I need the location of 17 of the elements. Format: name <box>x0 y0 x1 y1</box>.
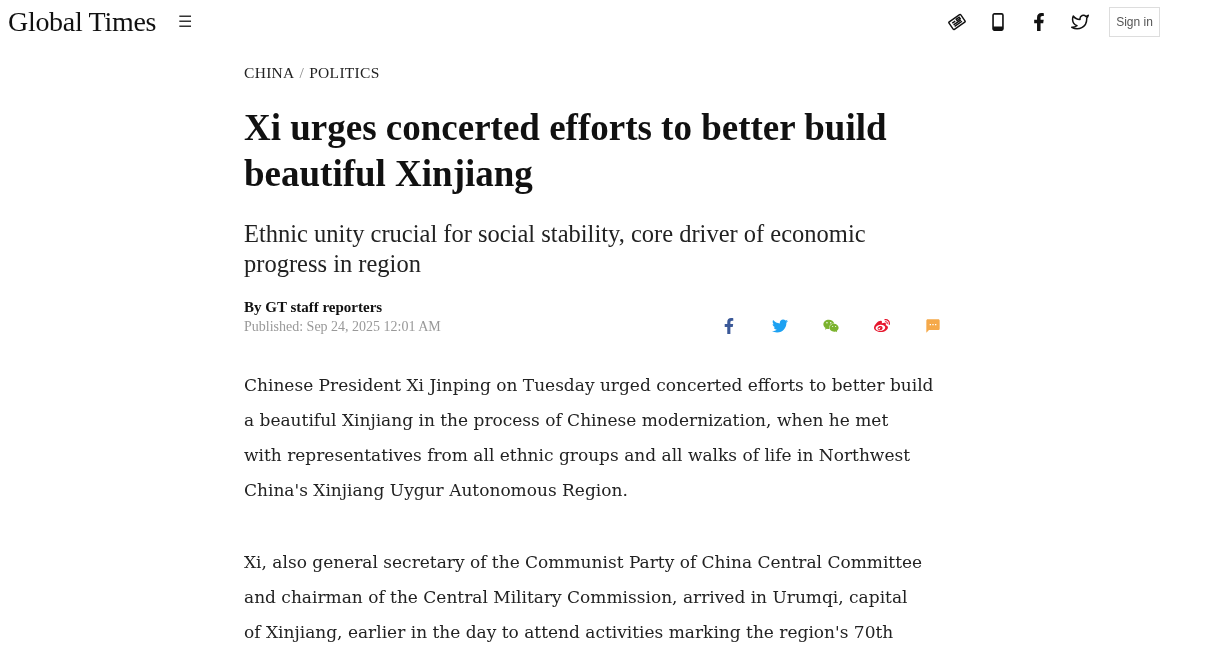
article-paragraph: Xi, also general secretary of the Communist Party of China Central Committee and chairman of the Central Military Commission, arrived in Urumqi, capital of Xinjiang, earlier in the day to attend activities marking the region's 70th <box>244 551 924 644</box>
breadcrumb-separator: / <box>299 64 305 82</box>
site-logo[interactable]: Global Times <box>8 6 157 38</box>
byline: By GT staff reporters <box>244 298 383 317</box>
publish-date: Published: Sep 24, 2025 12:01 AM <box>244 318 441 336</box>
breadcrumb-link[interactable]: CHINA <box>244 64 295 82</box>
article-paragraph: Chinese President Xi Jinping on Tuesday urged concerted efforts to better build a beautiful Xinjiang in the process of Chinese modernization, when he met with representatives from all ethnic groups and all walks of life in Northwest China's Xinjiang Uygur Autonomous Region. <box>244 374 935 502</box>
article-subtitle: Ethnic unity crucial for social stability, core driver of economic progress in region <box>244 219 867 279</box>
article-title: Xi urges concerted efforts to better build beautiful Xinjiang <box>244 106 888 196</box>
newspaper-icon[interactable] <box>948 13 966 31</box>
phone-icon[interactable] <box>989 13 1007 31</box>
breadcrumb-link[interactable]: POLITICS <box>309 64 380 82</box>
menu-button[interactable]: ☰ <box>178 12 193 32</box>
sign-in-button[interactable]: Sign in <box>1109 7 1160 37</box>
twitter-share-icon[interactable] <box>772 318 788 334</box>
weibo-share-icon[interactable] <box>874 318 890 334</box>
twitter-icon[interactable] <box>1071 13 1089 31</box>
